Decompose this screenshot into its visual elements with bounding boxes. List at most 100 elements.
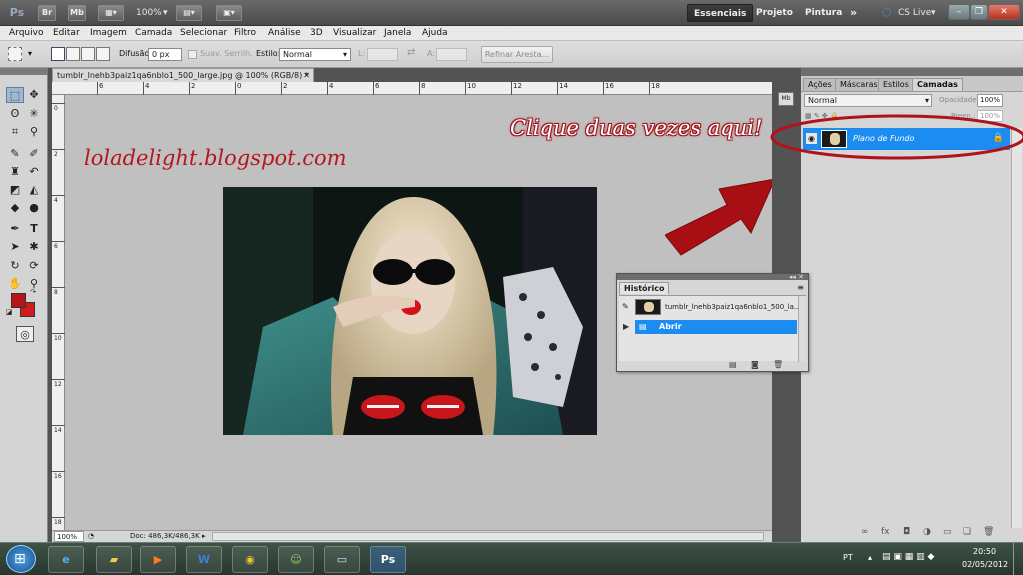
trash-icon[interactable]: 🗑: [773, 360, 783, 369]
history-step-row[interactable]: ▶ ▤ Abrir: [623, 320, 797, 334]
close-icon[interactable]: ✕: [303, 69, 310, 82]
tab-estilos[interactable]: Estilos: [878, 78, 914, 91]
brush-tool-icon[interactable]: ✐: [25, 146, 43, 162]
lasso-tool-icon[interactable]: ʘ: [6, 106, 24, 122]
show-desktop-button[interactable]: [1013, 543, 1023, 575]
add-selection-icon[interactable]: [66, 47, 80, 61]
menu-arquivo[interactable]: Arquivo: [9, 27, 43, 39]
blur-tool-icon[interactable]: ◆: [6, 200, 24, 216]
path-selection-icon[interactable]: ➤: [6, 239, 24, 255]
link-layers-icon[interactable]: ∞: [861, 527, 869, 537]
pen-tool-icon[interactable]: ✒: [6, 221, 24, 237]
opacity-input[interactable]: 100%: [977, 94, 1003, 107]
fx-icon[interactable]: fx: [881, 527, 890, 537]
refine-edge-button[interactable]: Refinar Aresta...: [481, 46, 553, 63]
tab-mascaras[interactable]: Máscaras: [835, 78, 883, 91]
workspace-pintura[interactable]: Pintura: [799, 4, 848, 22]
collapse-icon[interactable]: ◂◂ ✕: [789, 273, 804, 281]
restore-button[interactable]: ❐: [970, 4, 988, 20]
swap-colors-icon[interactable]: ↷: [29, 288, 37, 296]
height-input[interactable]: [436, 48, 467, 61]
horizontal-scrollbar[interactable]: [212, 532, 764, 541]
shape-tool-icon[interactable]: ✱: [25, 239, 43, 255]
language-indicator[interactable]: PT: [843, 553, 853, 562]
clock-time[interactable]: 20:50: [973, 547, 996, 556]
minibridge-panel-icon[interactable]: Mb: [778, 92, 794, 106]
paint-bucket-icon[interactable]: ◭: [25, 182, 43, 198]
menu-visualizar[interactable]: Visualizar: [333, 27, 376, 39]
subtract-selection-icon[interactable]: [81, 47, 95, 61]
eyedropper-icon[interactable]: ⚲: [25, 124, 43, 140]
history-tab[interactable]: Histórico: [619, 282, 670, 294]
history-scrollbar[interactable]: [798, 296, 806, 362]
menu-filtro[interactable]: Filtro: [234, 27, 256, 39]
camera-3d-icon[interactable]: ⟳: [25, 258, 43, 274]
blend-mode-select[interactable]: Normal ▾: [804, 94, 932, 107]
status-info-icon[interactable]: ◔: [88, 531, 94, 542]
healing-brush-icon[interactable]: ✎: [6, 146, 24, 162]
menu-ajuda[interactable]: Ajuda: [422, 27, 448, 39]
start-button[interactable]: ⊞: [6, 545, 36, 573]
menu-janela[interactable]: Janela: [384, 27, 411, 39]
magic-wand-icon[interactable]: ✳: [25, 106, 43, 122]
tray-icons[interactable]: ▤ ▣ ▦ ▥ ◆: [882, 552, 934, 562]
trash-icon[interactable]: 🗑: [983, 527, 994, 537]
adjustment-layer-icon[interactable]: ◑: [923, 527, 931, 537]
file-explorer-icon[interactable]: ▰: [96, 546, 132, 573]
menu-editar[interactable]: Editar: [53, 27, 80, 39]
chevron-down-icon[interactable]: ▾: [931, 6, 936, 20]
chrome-icon[interactable]: ◉: [232, 546, 268, 573]
document-photo[interactable]: [223, 187, 597, 435]
status-zoom[interactable]: 100%: [54, 531, 84, 542]
extras-menu-button[interactable]: ▦▾: [98, 5, 124, 21]
width-input[interactable]: [367, 48, 398, 61]
history-brush-icon[interactable]: ↶: [25, 164, 43, 180]
marquee-preset-icon[interactable]: [8, 47, 22, 61]
bridge-button[interactable]: Br: [38, 5, 56, 21]
history-brush-icon[interactable]: ✎: [622, 302, 629, 311]
marquee-tool-icon[interactable]: ⬚: [6, 87, 24, 103]
foreground-color-swatch[interactable]: [11, 293, 26, 308]
word-icon[interactable]: W: [186, 546, 222, 573]
photoshop-taskbar-icon[interactable]: Ps: [370, 546, 406, 573]
status-menu-icon[interactable]: ▸: [202, 531, 206, 542]
eraser-tool-icon[interactable]: ◩: [6, 182, 24, 198]
workspace-projeto[interactable]: Projeto: [750, 4, 799, 22]
document-tab[interactable]: tumblr_lnehb3paiz1qa6nblo1_500_large.jpg…: [52, 68, 314, 82]
new-document-from-state-icon[interactable]: ▤: [729, 360, 737, 369]
layers-scrollbar[interactable]: [1011, 128, 1022, 528]
chevron-down-icon[interactable]: ▾: [28, 49, 32, 59]
intersect-selection-icon[interactable]: [96, 47, 110, 61]
menu-selecionar[interactable]: Selecionar: [180, 27, 227, 39]
minibridge-button[interactable]: Mb: [68, 5, 86, 21]
clock-date[interactable]: 02/05/2012: [962, 560, 1008, 569]
quick-mask-icon[interactable]: ◎: [16, 326, 34, 342]
window-app-icon[interactable]: ▭: [324, 546, 360, 573]
camera-icon[interactable]: ◙: [751, 360, 759, 369]
chevron-down-icon[interactable]: ▾: [163, 6, 168, 20]
menu-3d[interactable]: 3D: [310, 27, 323, 39]
close-button[interactable]: ✕: [988, 4, 1020, 20]
swap-icon[interactable]: ⇄: [407, 48, 415, 58]
internet-explorer-icon[interactable]: e: [48, 546, 84, 573]
rotate-3d-icon[interactable]: ↻: [6, 258, 24, 274]
hand-tool-icon[interactable]: ✋: [6, 276, 24, 292]
menu-imagem[interactable]: Imagem: [90, 27, 127, 39]
minimize-button[interactable]: –: [948, 4, 970, 20]
panel-menu-icon[interactable]: ≡: [797, 283, 804, 292]
crop-tool-icon[interactable]: ⌗: [6, 124, 24, 140]
add-mask-icon[interactable]: ◘: [903, 527, 910, 537]
type-tool-icon[interactable]: T: [25, 221, 43, 237]
move-tool-icon[interactable]: ✥: [25, 87, 43, 103]
history-snapshot-row[interactable]: ✎ tumblr_lnehb3paiz1qa6nblo1_500_la...: [619, 297, 801, 317]
tab-acoes[interactable]: Ações: [803, 78, 837, 91]
screen-mode-button[interactable]: ▣▾: [216, 5, 242, 21]
feather-input[interactable]: 0 px: [148, 48, 182, 61]
media-player-icon[interactable]: ▶: [140, 546, 176, 573]
workspace-essenciais[interactable]: Essenciais: [687, 4, 754, 22]
arrange-documents-button[interactable]: ▤▾: [176, 5, 202, 21]
menu-camada[interactable]: Camada: [135, 27, 172, 39]
cs-live-menu[interactable]: CS Live: [898, 6, 931, 20]
messenger-icon[interactable]: ☺: [278, 546, 314, 573]
menu-analise[interactable]: Análise: [268, 27, 301, 39]
